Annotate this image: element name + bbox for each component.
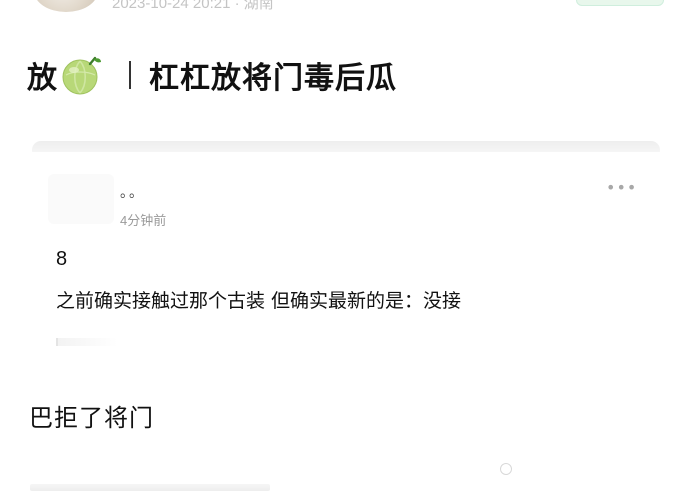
quoted-comment-card[interactable]: 。。 4分钟前 ••• 8 之前确实接触过那个古装 但确实最新的是：没接 (32, 152, 660, 358)
headline-divider (129, 61, 131, 89)
card-author: 。。 (120, 185, 145, 201)
card-number: 8 (56, 248, 68, 270)
cut-off-text-line (30, 484, 270, 491)
card-comment-text: 之前确实接触过那个古装 但确实最新的是：没接 (56, 290, 462, 312)
post-header: 2023-10-24 20:21 · 湖南 (0, 0, 690, 14)
watermark-logo-icon (500, 463, 512, 475)
watermark (500, 458, 682, 480)
headline-prefix: 放 (27, 61, 58, 96)
card-timestamp: 4分钟前 (120, 213, 167, 228)
post-headline: 放 杠杠放将门毒后瓜 (27, 52, 397, 98)
follow-button[interactable] (576, 0, 664, 6)
post-meta: 2023-10-24 20:21 · 湖南 (112, 0, 274, 12)
card-avatar (48, 174, 114, 224)
avatar[interactable] (34, 0, 98, 12)
headline-title: 杠杠放将门毒后瓜 (149, 61, 397, 96)
more-options-icon[interactable]: ••• (606, 178, 637, 197)
card-faded-footer (56, 338, 118, 346)
melon-icon (61, 55, 103, 95)
post-paragraph: 巴拒了将门 (29, 404, 154, 432)
